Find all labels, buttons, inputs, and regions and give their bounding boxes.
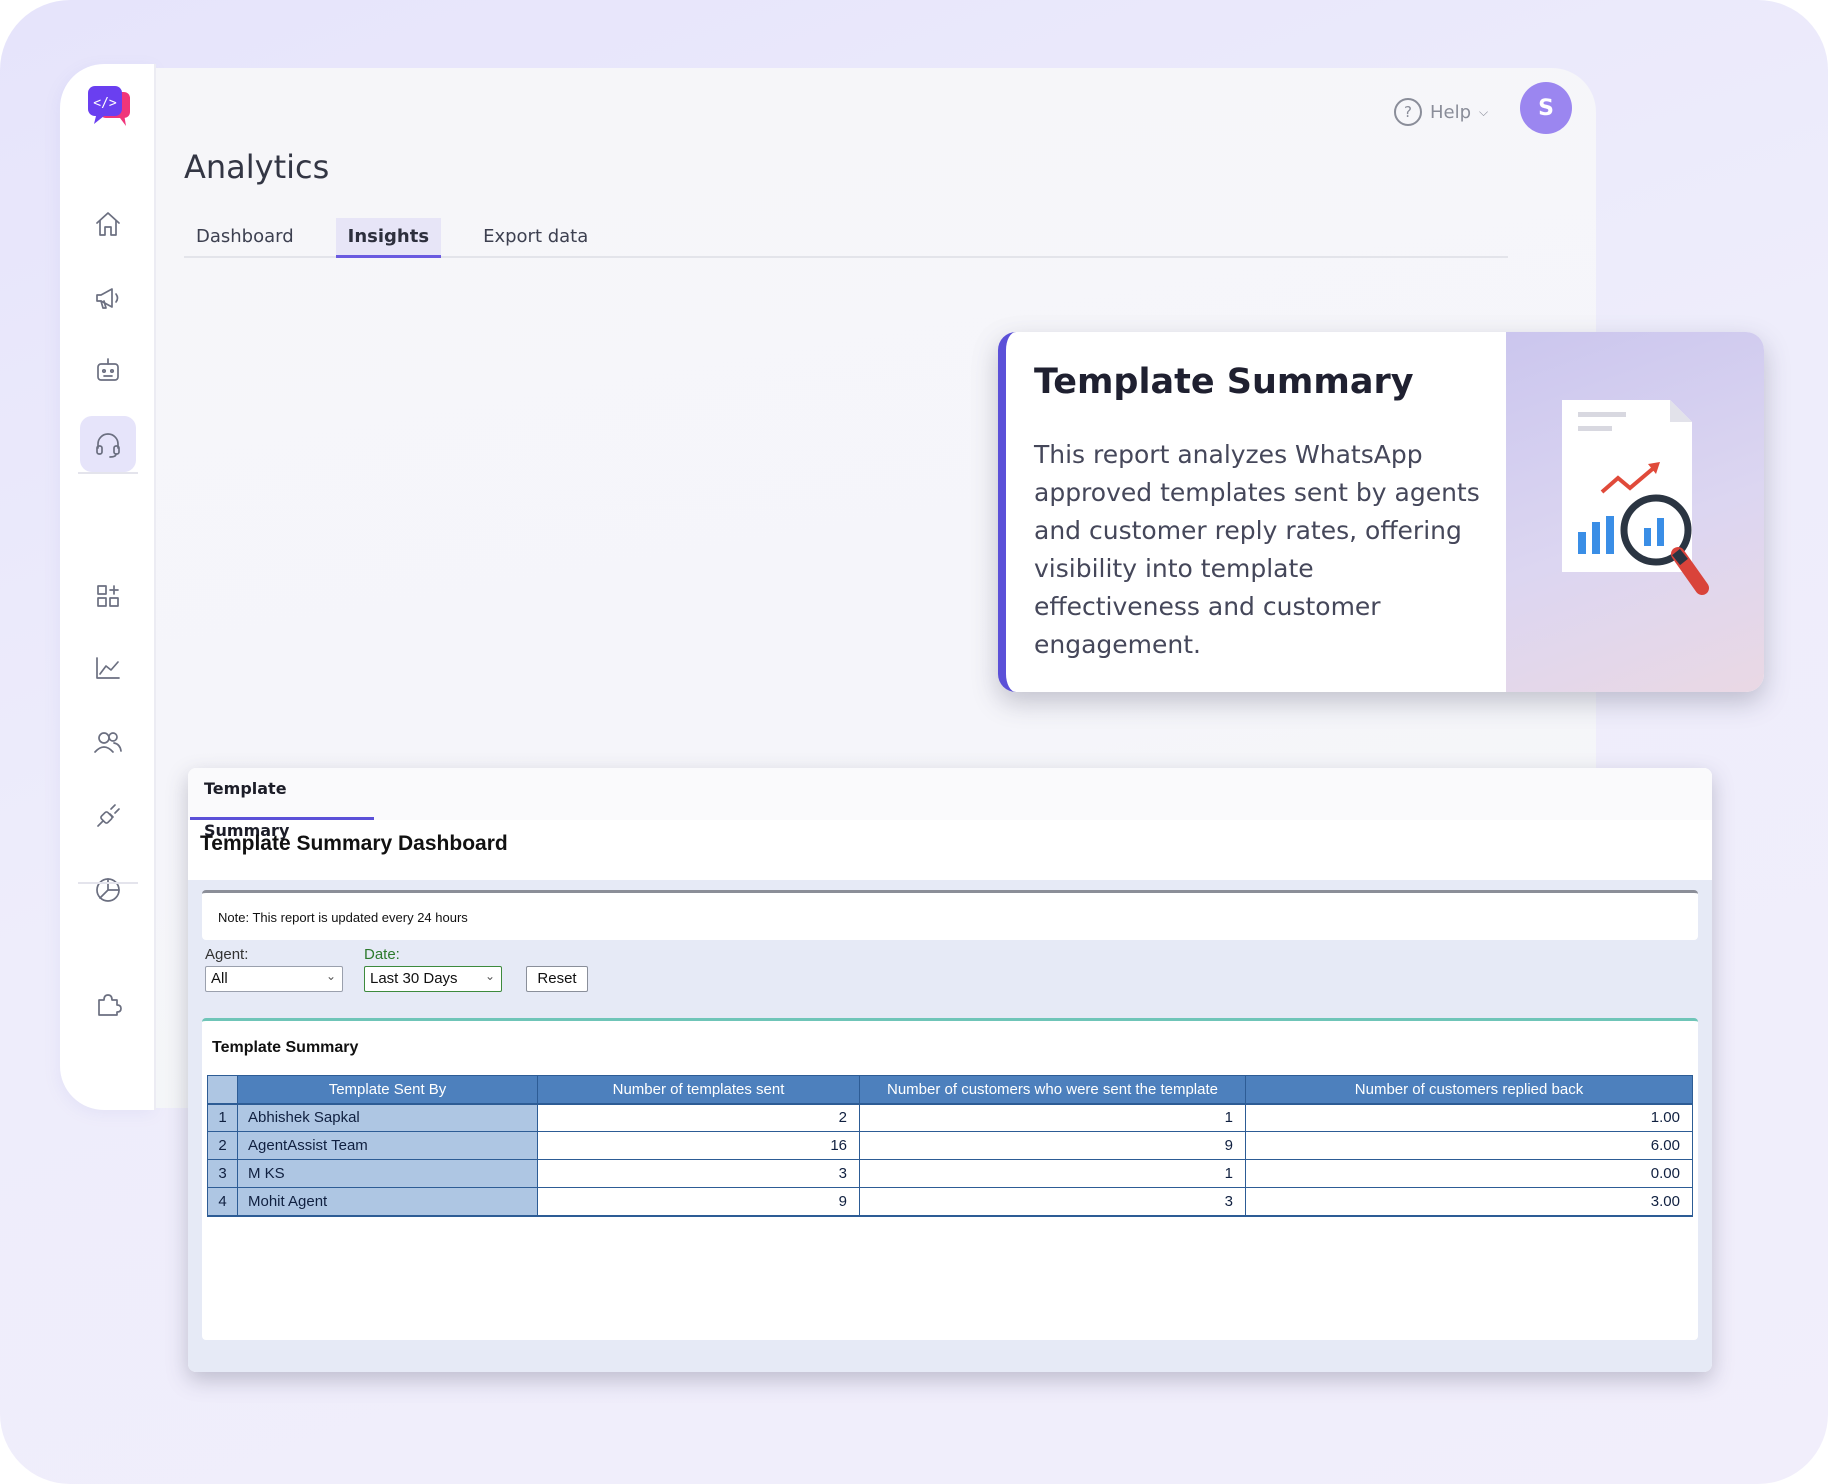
info-card-title: Template Summary [1034, 362, 1414, 402]
column-header-templates-sent[interactable]: Number of templates sent [537, 1075, 860, 1105]
report-magnifier-icon [1562, 400, 1709, 595]
tab-template-summary[interactable]: Template Summary [190, 768, 374, 840]
row-index: 4 [207, 1187, 238, 1217]
report-analysis-illustration [1506, 332, 1764, 692]
template-summary-report: Template Summary Template Summary Dashbo… [188, 768, 1712, 1372]
agent-select-value: All [211, 970, 228, 987]
tab-dashboard[interactable]: Dashboard [184, 218, 306, 258]
help-label: Help [1430, 101, 1472, 123]
date-select[interactable]: Last 30 Days ⌄ [364, 966, 502, 992]
dashboard-title: Template Summary Dashboard [200, 832, 508, 855]
help-menu[interactable]: ? Help ⌵ [1394, 96, 1488, 128]
line-chart-icon[interactable] [80, 640, 136, 696]
column-header-customers-replied[interactable]: Number of customers replied back [1245, 1075, 1693, 1105]
help-circle-icon: ? [1394, 98, 1422, 126]
grid-plus-icon[interactable] [80, 568, 136, 624]
customers-replied-cell: 3.00 [1245, 1187, 1693, 1217]
customers-replied-cell: 6.00 [1245, 1131, 1693, 1160]
puzzle-icon[interactable] [80, 976, 136, 1032]
summary-section-title: Template Summary [212, 1039, 359, 1056]
table-row: 1 Abhishek Sapkal 2 1 1.00 [207, 1103, 1693, 1132]
template-sent-by-cell: M KS [237, 1159, 538, 1188]
column-header-sent-by[interactable]: Template Sent By [237, 1075, 538, 1105]
row-index: 1 [207, 1103, 238, 1132]
sidebar: </> [60, 64, 156, 1110]
tab-insights[interactable]: Insights [335, 218, 442, 258]
chevron-down-icon: ⌵ [1479, 104, 1489, 119]
chevron-down-icon: ⌄ [484, 969, 495, 983]
table-row: 2 AgentAssist Team 16 9 6.00 [207, 1131, 1693, 1160]
customers-sent-cell: 9 [859, 1131, 1246, 1160]
date-select-value: Last 30 Days [370, 970, 458, 987]
templates-sent-cell: 16 [537, 1131, 860, 1160]
analytics-tabs: Dashboard Insights Export data [184, 218, 1508, 258]
robot-icon[interactable] [80, 342, 136, 398]
customers-sent-cell: 1 [859, 1103, 1246, 1132]
agent-filter-label: Agent: [205, 946, 249, 963]
reset-button[interactable]: Reset [526, 966, 588, 992]
info-card-description: This report analyzes WhatsApp approved t… [1034, 440, 1480, 659]
headset-icon[interactable] [80, 416, 136, 472]
table-row: 4 Mohit Agent 9 3 3.00 [207, 1187, 1693, 1217]
template-sent-by-cell: AgentAssist Team [237, 1131, 538, 1160]
customers-sent-cell: 3 [859, 1187, 1246, 1217]
tab-export-data[interactable]: Export data [471, 218, 600, 258]
table-row: 3 M KS 3 1 0.00 [207, 1159, 1693, 1188]
date-filter-label: Date: [364, 946, 400, 963]
customers-sent-cell: 1 [859, 1159, 1246, 1188]
report-body: Note: This report is updated every 24 ho… [188, 880, 1712, 1372]
sidebar-divider [78, 472, 138, 474]
update-note: Note: This report is updated every 24 ho… [202, 890, 1698, 940]
row-index: 2 [207, 1131, 238, 1160]
megaphone-icon[interactable] [80, 270, 136, 326]
templates-sent-cell: 3 [537, 1159, 860, 1188]
chevron-down-icon: ⌄ [325, 969, 336, 983]
users-icon[interactable] [80, 714, 136, 770]
template-summary-info-card[interactable]: Template Summary This report analyzes Wh… [998, 332, 1764, 692]
template-summary-table: Template Sent By Number of templates sen… [207, 1075, 1693, 1217]
agent-select[interactable]: All ⌄ [205, 966, 343, 992]
table-header-row: Template Sent By Number of templates sen… [207, 1075, 1693, 1105]
template-summary-section: Template Summary Template Sent By Number… [202, 1018, 1698, 1340]
home-icon[interactable] [80, 196, 136, 252]
plug-icon[interactable] [80, 788, 136, 844]
pie-chart-icon[interactable] [80, 862, 136, 918]
report-tabbar: Template Summary [188, 768, 1712, 840]
info-card-text: Template Summary This report analyzes Wh… [1034, 362, 1484, 664]
row-index: 3 [207, 1159, 238, 1188]
app-logo-icon[interactable]: </> [86, 84, 134, 130]
customers-replied-cell: 0.00 [1245, 1159, 1693, 1188]
template-sent-by-cell: Abhishek Sapkal [237, 1103, 538, 1132]
user-avatar[interactable]: S [1520, 82, 1572, 134]
column-header-customers-sent[interactable]: Number of customers who were sent the te… [859, 1075, 1246, 1105]
template-sent-by-cell: Mohit Agent [237, 1187, 538, 1217]
row-index-header [207, 1075, 238, 1105]
customers-replied-cell: 1.00 [1245, 1103, 1693, 1132]
page-title: Analytics [184, 148, 330, 186]
svg-text:</>: </> [93, 96, 117, 111]
templates-sent-cell: 9 [537, 1187, 860, 1217]
templates-sent-cell: 2 [537, 1103, 860, 1132]
sidebar-divider-2 [78, 882, 138, 884]
